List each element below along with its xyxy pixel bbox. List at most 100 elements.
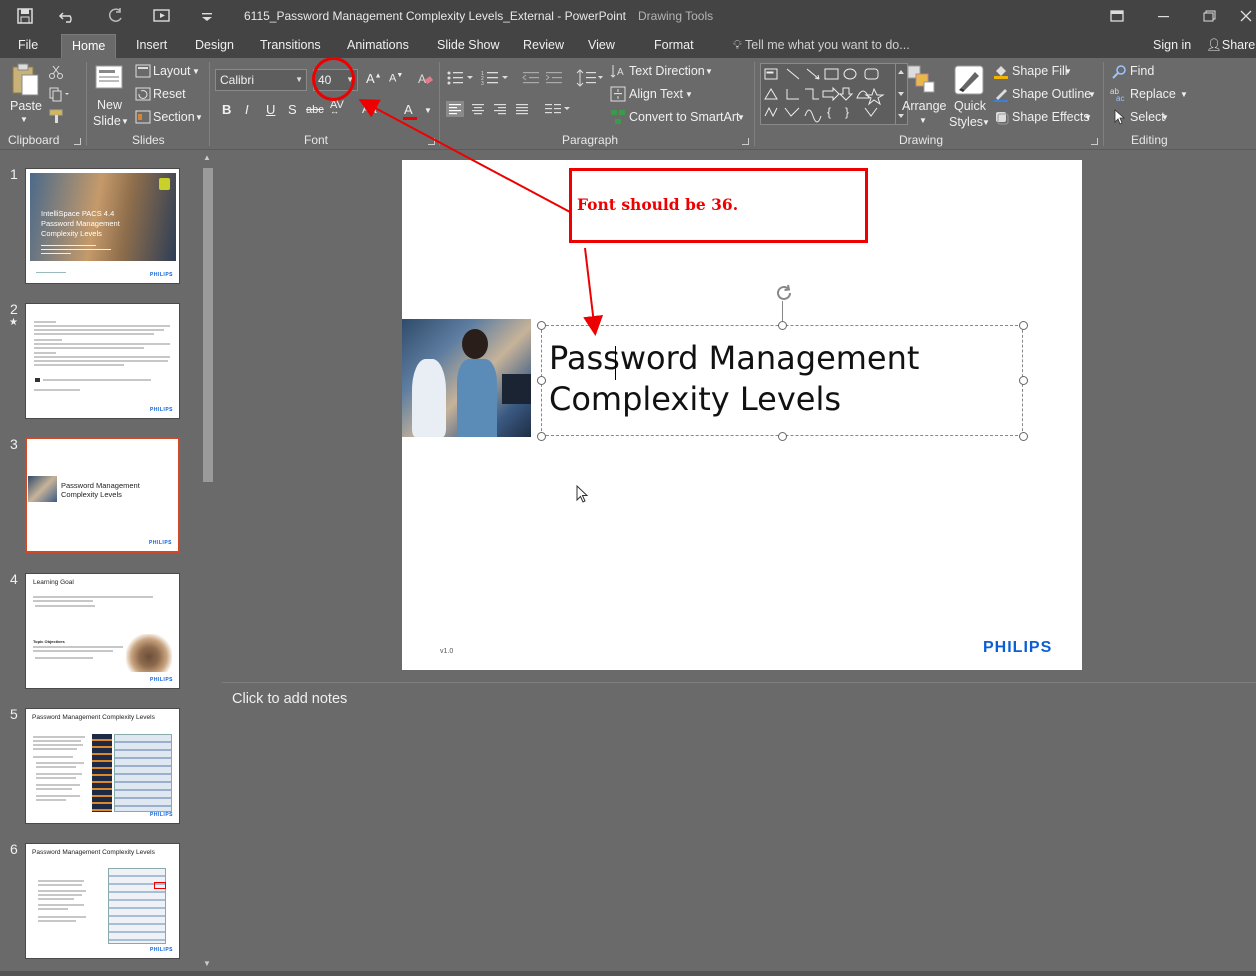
start-from-beginning-icon[interactable]	[150, 5, 174, 27]
ribbon-display-options-icon[interactable]	[1106, 5, 1130, 27]
tab-slide-show[interactable]: Slide Show	[437, 34, 500, 58]
arrange-button[interactable]: Arrange	[902, 99, 946, 113]
slide-thumbnail-6[interactable]: Password Management Complexity Levels PH…	[25, 843, 180, 959]
align-center-icon[interactable]	[469, 101, 487, 117]
select-button[interactable]: Select	[1130, 110, 1165, 124]
minimize-icon[interactable]	[1152, 5, 1176, 27]
tab-transitions[interactable]: Transitions	[260, 34, 321, 58]
thumbnail-scrollbar[interactable]: ▲ ▼	[200, 150, 216, 970]
font-name-dropdown-icon[interactable]: ▼	[295, 70, 303, 90]
quick-styles-dropdown-icon[interactable]: ▼	[982, 118, 990, 127]
shape-outline-button[interactable]: Shape Outline	[1012, 87, 1091, 101]
clear-formatting-icon[interactable]: A	[416, 70, 434, 88]
resize-handle[interactable]	[1019, 321, 1028, 330]
cut-icon[interactable]	[48, 64, 64, 80]
decrease-indent-icon[interactable]	[522, 70, 540, 86]
smartart-dropdown-icon[interactable]: ▼	[737, 113, 745, 122]
convert-to-smartart-button[interactable]: Convert to SmartArt	[629, 110, 739, 124]
character-spacing-icon[interactable]: AV ↔	[330, 99, 344, 123]
quick-styles-label[interactable]: Quick	[954, 99, 986, 113]
decrease-font-size-icon[interactable]: A▼	[389, 72, 403, 85]
close-icon[interactable]	[1236, 5, 1256, 27]
paste-label[interactable]: Paste	[10, 99, 42, 113]
bold-button[interactable]: B	[222, 102, 231, 117]
share-button[interactable]: 👤︎Share	[1206, 34, 1255, 58]
shape-fill-icon[interactable]	[993, 63, 1009, 79]
italic-button[interactable]: I	[245, 102, 249, 117]
align-left-icon[interactable]	[446, 101, 464, 117]
new-slide-dropdown-icon[interactable]: ▼	[121, 117, 129, 126]
section-button[interactable]: Section	[153, 110, 195, 124]
select-dropdown-icon[interactable]: ▼	[1161, 113, 1169, 122]
notes-placeholder[interactable]: Click to add notes	[232, 691, 347, 707]
layout-dropdown-icon[interactable]: ▼	[192, 67, 200, 76]
resize-handle[interactable]	[1019, 432, 1028, 441]
arrange-dropdown-icon[interactable]: ▼	[919, 116, 927, 125]
tab-animations[interactable]: Animations	[347, 34, 409, 58]
tab-home[interactable]: Home	[61, 34, 117, 58]
copy-icon[interactable]	[48, 86, 70, 102]
quick-styles-icon[interactable]	[953, 64, 985, 96]
new-slide-label-2[interactable]: Slide	[93, 114, 121, 128]
scrollbar-thumb[interactable]	[203, 168, 213, 482]
section-icon[interactable]	[135, 110, 151, 124]
text-shadow-button[interactable]: S	[288, 102, 297, 117]
slide-thumbnail-4[interactable]: Learning Goal Topic Objectives PHILIPS	[25, 573, 180, 689]
paste-dropdown-icon[interactable]: ▼	[20, 115, 28, 124]
sign-in-link[interactable]: Sign in	[1153, 34, 1191, 58]
replace-dropdown-icon[interactable]: ▼	[1180, 90, 1188, 99]
arrange-icon[interactable]	[906, 64, 936, 94]
new-slide-icon[interactable]	[94, 62, 126, 94]
text-direction-dropdown-icon[interactable]: ▼	[705, 67, 713, 76]
new-slide-label[interactable]: New	[97, 98, 122, 112]
slide-title[interactable]: Password Management Complexity Levels	[549, 338, 1019, 420]
find-icon[interactable]	[1112, 64, 1128, 80]
tab-view[interactable]: View	[588, 34, 615, 58]
resize-handle[interactable]	[778, 321, 787, 330]
scroll-down-icon[interactable]: ▼	[203, 959, 211, 968]
replace-icon[interactable]: ab ac	[1110, 86, 1128, 102]
underline-button[interactable]: U	[266, 102, 275, 117]
shape-effects-dropdown-icon[interactable]: ▼	[1084, 113, 1092, 122]
clipboard-launcher-icon[interactable]	[74, 138, 81, 145]
tab-format[interactable]: Format	[654, 34, 694, 58]
find-button[interactable]: Find	[1130, 64, 1154, 78]
reset-button[interactable]: Reset	[153, 87, 186, 101]
section-dropdown-icon[interactable]: ▼	[195, 113, 203, 122]
paste-icon[interactable]	[10, 62, 40, 98]
align-text-dropdown-icon[interactable]: ▼	[685, 90, 693, 99]
shape-effects-button[interactable]: Shape Effects	[1012, 110, 1090, 124]
increase-indent-icon[interactable]	[545, 70, 563, 86]
strikethrough-button[interactable]: abc	[306, 104, 324, 116]
align-text-icon[interactable]	[610, 86, 626, 102]
shape-fill-dropdown-icon[interactable]: ▼	[1064, 67, 1072, 76]
line-spacing-icon[interactable]	[576, 69, 604, 87]
align-text-button[interactable]: Align Text	[629, 87, 683, 101]
font-color-dropdown-icon[interactable]: ▼	[424, 106, 432, 115]
slide-photo[interactable]	[402, 319, 531, 437]
restore-icon[interactable]	[1198, 5, 1222, 27]
resize-handle[interactable]	[537, 432, 546, 441]
change-case-icon[interactable]: Aa	[362, 102, 377, 116]
smartart-icon[interactable]	[610, 109, 626, 125]
slide-thumbnail-1[interactable]: IntelliSpace PACS 4.4 Password Managemen…	[25, 168, 180, 284]
text-direction-icon[interactable]: A	[610, 63, 626, 79]
quick-styles-label-2[interactable]: Styles	[949, 115, 983, 129]
layout-icon[interactable]	[135, 64, 151, 78]
customize-qat-icon[interactable]	[196, 5, 220, 27]
tab-review[interactable]: Review	[523, 34, 564, 58]
scroll-up-icon[interactable]: ▲	[203, 153, 211, 162]
replace-button[interactable]: Replace	[1130, 87, 1176, 101]
shape-outline-dropdown-icon[interactable]: ▼	[1088, 90, 1096, 99]
reset-icon[interactable]	[135, 87, 151, 101]
layout-button[interactable]: Layout	[153, 64, 191, 78]
tell-me-search[interactable]: 💡︎ Tell me what you want to do...	[733, 34, 910, 58]
font-launcher-icon[interactable]	[428, 138, 435, 145]
bullets-icon[interactable]	[446, 70, 474, 86]
rotate-handle-icon[interactable]	[773, 282, 795, 304]
tab-insert[interactable]: Insert	[136, 34, 167, 58]
tab-file[interactable]: File	[18, 34, 38, 58]
format-painter-icon[interactable]	[48, 108, 66, 124]
font-name-combo[interactable]: Calibri ▼	[215, 69, 307, 91]
select-cursor-icon[interactable]	[1112, 109, 1126, 125]
